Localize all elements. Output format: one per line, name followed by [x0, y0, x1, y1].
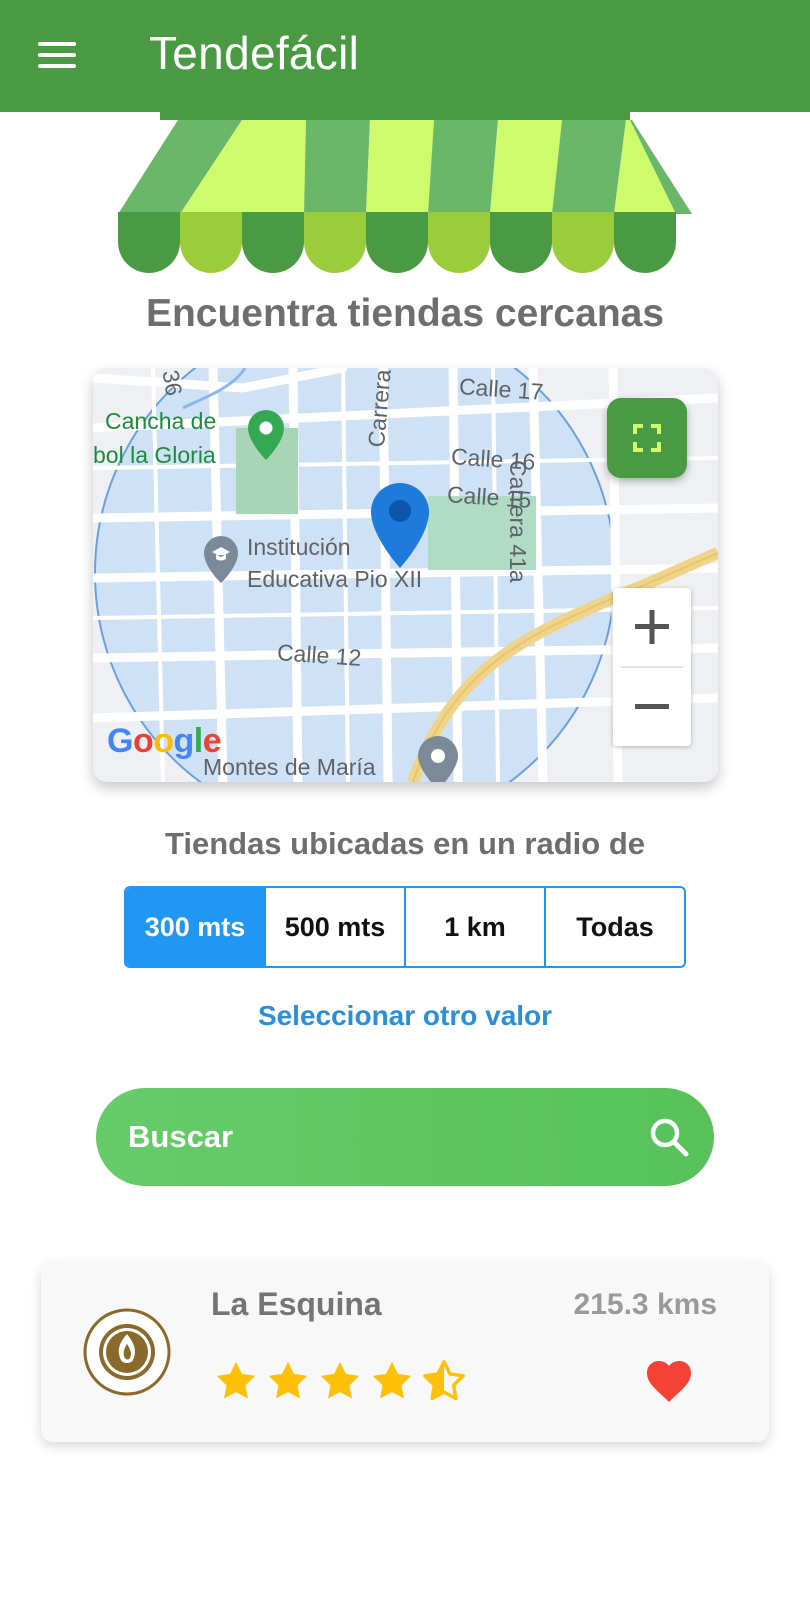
map-label-montes: Montes de María: [203, 754, 376, 780]
star-full-icon: [268, 1361, 308, 1399]
store-awning-illustration: [118, 112, 692, 273]
star-full-icon: [216, 1361, 256, 1399]
fullscreen-button[interactable]: [607, 398, 687, 478]
map-label-institucion-2: Educativa Pio XII: [247, 566, 423, 592]
search-icon[interactable]: [646, 1114, 692, 1160]
star-full-icon: [372, 1361, 412, 1399]
radius-option-todas[interactable]: Todas: [546, 888, 684, 966]
fullscreen-icon: [633, 424, 661, 452]
star-half-icon: [423, 1360, 465, 1401]
zoom-controls: [613, 588, 691, 746]
app-title: Tendefácil: [149, 27, 360, 79]
store-logo: [83, 1308, 171, 1396]
zoom-out-button[interactable]: [613, 668, 691, 746]
search-bar: [96, 1088, 714, 1186]
store-rating: [213, 1358, 467, 1406]
plus-icon: [635, 610, 669, 644]
radius-title: Tiendas ubicadas en un radio de: [164, 826, 646, 861]
map-label-institucion: Institución: [247, 534, 351, 560]
star-full-icon: [320, 1361, 360, 1399]
radius-option-1km[interactable]: 1 km: [406, 888, 546, 966]
store-card[interactable]: La Esquina 215.3 kms: [41, 1262, 769, 1442]
zoom-in-button[interactable]: [613, 588, 691, 666]
select-other-value-link[interactable]: Seleccionar otro valor: [0, 1000, 810, 1032]
map-label-carrera41a: Carrera 41a: [505, 460, 531, 583]
radius-option-300[interactable]: 300 mts: [126, 888, 266, 966]
store-name: La Esquina: [211, 1286, 382, 1322]
radius-selector: 300 mts 500 mts 1 km Todas: [124, 886, 686, 968]
map-view[interactable]: Cancha de bol la Gloria Institución Educ…: [93, 368, 718, 782]
google-logo: Google: [107, 722, 222, 760]
app-bar: Tendefácil: [0, 0, 810, 112]
map-label-calle12: Calle 12: [276, 639, 363, 671]
map-label-cancha-2: bol la Gloria: [93, 442, 216, 468]
favorite-heart-icon[interactable]: [645, 1360, 693, 1404]
page-headline: Encuentra tiendas cercanas: [145, 292, 665, 335]
store-distance: 215.3 kms: [573, 1288, 717, 1321]
radius-option-500[interactable]: 500 mts: [266, 888, 406, 966]
minus-icon: [635, 704, 669, 709]
map-label-36: 36: [157, 368, 188, 398]
search-input[interactable]: [128, 1112, 608, 1162]
menu-icon[interactable]: [38, 42, 78, 70]
map-label-cancha: Cancha de: [105, 408, 217, 434]
map-label-calle17: Calle 17: [458, 373, 545, 405]
